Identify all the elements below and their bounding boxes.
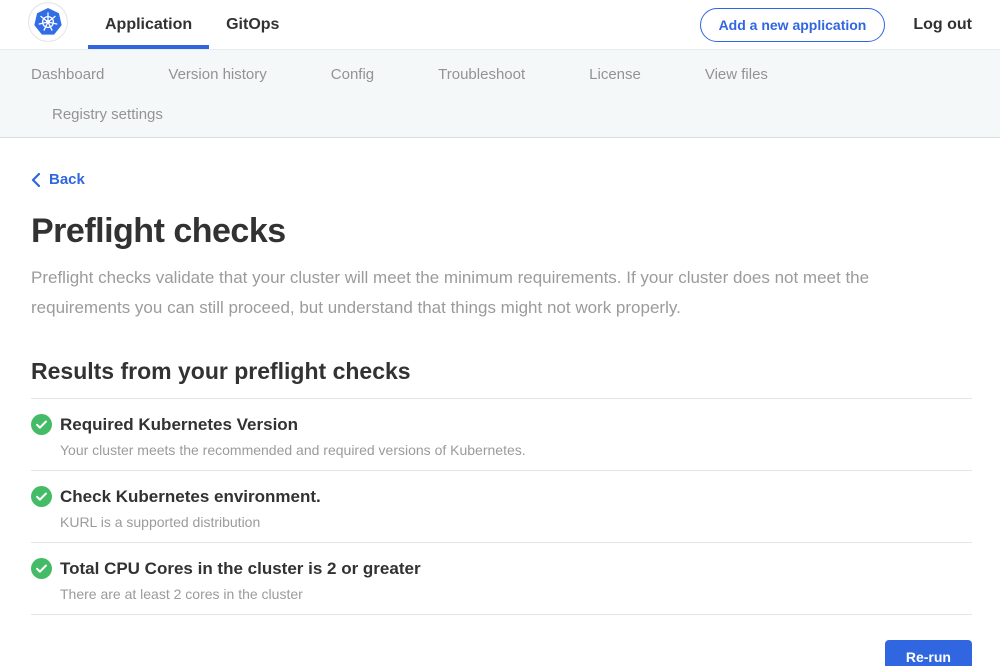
preflight-checks-page: Back Preflight checks Preflight checks v… xyxy=(0,138,1000,666)
results-heading: Results from your preflight checks xyxy=(31,358,972,385)
back-link[interactable]: Back xyxy=(31,171,85,188)
kubernetes-logo-icon xyxy=(28,2,68,47)
footer-actions: Re-run xyxy=(31,640,972,666)
subnav-row-2: Registry settings xyxy=(0,94,1000,134)
app-logo[interactable] xyxy=(28,0,68,49)
subnav-item-config[interactable]: Config xyxy=(331,66,374,83)
chevron-left-icon xyxy=(31,173,40,187)
tab-application[interactable]: Application xyxy=(88,0,209,49)
check-item-cpu-cores: Total CPU Cores in the cluster is 2 or g… xyxy=(31,543,972,615)
back-link-label: Back xyxy=(49,171,85,188)
subnav-item-troubleshoot[interactable]: Troubleshoot xyxy=(438,66,525,83)
check-detail: Your cluster meets the recommended and r… xyxy=(60,442,526,458)
subnav-item-version-history[interactable]: Version history xyxy=(168,66,266,83)
subnav-item-registry-settings[interactable]: Registry settings xyxy=(52,106,163,123)
preflight-results-list: Required Kubernetes Version Your cluster… xyxy=(31,398,972,615)
subnav-row-1: Dashboard Version history Config Trouble… xyxy=(0,54,1000,94)
check-circle-icon xyxy=(31,414,52,440)
check-item-kubernetes-environment: Check Kubernetes environment. KURL is a … xyxy=(31,471,972,543)
subnav-item-dashboard[interactable]: Dashboard xyxy=(31,66,104,83)
check-circle-icon xyxy=(31,486,52,512)
check-circle-icon xyxy=(31,558,52,584)
rerun-button[interactable]: Re-run xyxy=(885,640,972,666)
nav-spacer xyxy=(296,0,699,49)
check-title: Total CPU Cores in the cluster is 2 or g… xyxy=(60,558,421,579)
nav-right-actions: Add a new application Log out xyxy=(700,0,972,49)
add-new-application-button[interactable]: Add a new application xyxy=(700,8,886,42)
subnav-item-view-files[interactable]: View files xyxy=(705,66,768,83)
page-title: Preflight checks xyxy=(31,212,972,251)
subnav-item-license[interactable]: License xyxy=(589,66,641,83)
tab-application-label: Application xyxy=(105,16,192,34)
check-title: Check Kubernetes environment. xyxy=(60,486,321,507)
check-detail: KURL is a supported distribution xyxy=(60,514,321,530)
primary-tabs: Application GitOps xyxy=(88,0,296,49)
tab-gitops-label: GitOps xyxy=(226,16,279,34)
page-description: Preflight checks validate that your clus… xyxy=(31,263,972,323)
check-detail: There are at least 2 cores in the cluste… xyxy=(60,586,421,602)
tab-gitops[interactable]: GitOps xyxy=(209,0,296,49)
app-subnav: Dashboard Version history Config Trouble… xyxy=(0,50,1000,138)
check-text: Total CPU Cores in the cluster is 2 or g… xyxy=(60,558,421,602)
logout-link[interactable]: Log out xyxy=(913,16,972,34)
check-text: Required Kubernetes Version Your cluster… xyxy=(60,414,526,458)
check-title: Required Kubernetes Version xyxy=(60,414,526,435)
top-navbar: Application GitOps Add a new application… xyxy=(0,0,1000,50)
check-text: Check Kubernetes environment. KURL is a … xyxy=(60,486,321,530)
check-item-kubernetes-version: Required Kubernetes Version Your cluster… xyxy=(31,399,972,471)
